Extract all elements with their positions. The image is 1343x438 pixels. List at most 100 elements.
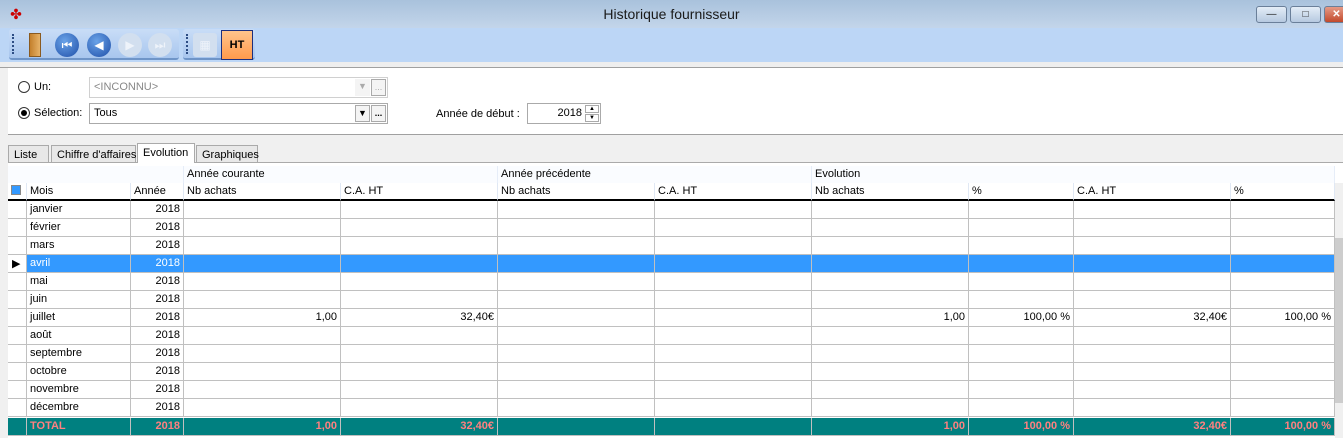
- exit-door-icon[interactable]: [29, 33, 41, 57]
- cell-ca-ht-precedente[interactable]: [655, 381, 812, 399]
- cell-pct-ca-evolution[interactable]: [1231, 345, 1335, 363]
- cell-ca-ht-evolution[interactable]: [1074, 291, 1231, 309]
- cell-annee[interactable]: 2018: [131, 219, 184, 237]
- first-record-button[interactable]: ⏮: [55, 33, 79, 57]
- ht-toggle-button[interactable]: HT: [221, 30, 253, 60]
- previous-record-button[interactable]: ◀: [87, 33, 111, 57]
- maximize-button[interactable]: □: [1290, 6, 1321, 23]
- tab-evolution[interactable]: Evolution: [137, 143, 195, 163]
- vertical-scrollbar[interactable]: [1335, 183, 1343, 438]
- cell-nb-achats-courante[interactable]: [184, 345, 341, 363]
- tab-liste[interactable]: Liste: [8, 145, 49, 163]
- spin-up-button[interactable]: ▲: [585, 105, 599, 113]
- cell-nb-achats-courante[interactable]: [184, 273, 341, 291]
- cell-mois[interactable]: avril: [27, 255, 131, 273]
- cell-mois[interactable]: janvier: [27, 201, 131, 219]
- cell-pct-nb-evolution[interactable]: [969, 219, 1074, 237]
- cell-ca-ht-precedente[interactable]: [655, 345, 812, 363]
- cell-pct-nb-evolution[interactable]: 100,00 %: [969, 309, 1074, 327]
- table-row[interactable]: février 2018: [8, 219, 1335, 237]
- cell-nb-achats-evolution[interactable]: [812, 219, 969, 237]
- cell-nb-achats-courante[interactable]: [184, 201, 341, 219]
- cell-ca-ht-evolution[interactable]: [1074, 273, 1231, 291]
- cell-mois[interactable]: octobre: [27, 363, 131, 381]
- cell-ca-ht-courante[interactable]: [341, 381, 498, 399]
- total-ca-ht-courante[interactable]: 32,40€: [341, 418, 498, 436]
- group-header-empty[interactable]: [8, 166, 184, 184]
- cell-ca-ht-evolution[interactable]: [1074, 381, 1231, 399]
- selection-combo[interactable]: Tous ▼ ...: [89, 103, 388, 124]
- cell-ca-ht-evolution[interactable]: 32,40€: [1074, 309, 1231, 327]
- cell-nb-achats-courante[interactable]: [184, 399, 341, 417]
- cell-pct-nb-evolution[interactable]: [969, 237, 1074, 255]
- cell-pct-nb-evolution[interactable]: [969, 399, 1074, 417]
- cell-ca-ht-precedente[interactable]: [655, 273, 812, 291]
- cell-ca-ht-precedente[interactable]: [655, 363, 812, 381]
- table-row[interactable]: décembre 2018: [8, 399, 1335, 417]
- total-ca-ht-precedente[interactable]: [655, 418, 812, 436]
- un-browse-button[interactable]: ...: [371, 79, 386, 96]
- cell-nb-achats-precedente[interactable]: [498, 345, 655, 363]
- table-row[interactable]: juin 2018: [8, 291, 1335, 309]
- cell-annee[interactable]: 2018: [131, 363, 184, 381]
- row-indicator[interactable]: [8, 418, 27, 436]
- row-indicator[interactable]: [8, 291, 27, 309]
- cell-ca-ht-precedente[interactable]: [655, 327, 812, 345]
- cell-pct-ca-evolution[interactable]: [1231, 363, 1335, 381]
- calculator-icon[interactable]: ▦: [193, 33, 217, 57]
- cell-ca-ht-evolution[interactable]: [1074, 363, 1231, 381]
- cell-ca-ht-precedente[interactable]: [655, 309, 812, 327]
- cell-nb-achats-precedente[interactable]: [498, 327, 655, 345]
- cell-nb-achats-precedente[interactable]: [498, 219, 655, 237]
- cell-nb-achats-precedente[interactable]: [498, 273, 655, 291]
- cell-mois[interactable]: décembre: [27, 399, 131, 417]
- cell-nb-achats-courante[interactable]: [184, 363, 341, 381]
- cell-mois[interactable]: septembre: [27, 345, 131, 363]
- table-row[interactable]: mars 2018: [8, 237, 1335, 255]
- cell-nb-achats-courante[interactable]: [184, 327, 341, 345]
- cell-pct-nb-evolution[interactable]: [969, 273, 1074, 291]
- cell-ca-ht-courante[interactable]: [341, 327, 498, 345]
- row-indicator[interactable]: [8, 219, 27, 237]
- annee-debut-spinner[interactable]: 2018 ▲ ▼: [527, 103, 601, 124]
- row-indicator[interactable]: ▶: [8, 255, 27, 273]
- evolution-grid[interactable]: Année courante Année précédente Evolution M…: [8, 162, 1343, 438]
- cell-annee[interactable]: 2018: [131, 291, 184, 309]
- cell-annee[interactable]: 2018: [131, 255, 184, 273]
- header-mois[interactable]: Mois: [27, 183, 131, 201]
- cell-nb-achats-precedente[interactable]: [498, 381, 655, 399]
- total-mois[interactable]: TOTAL: [27, 418, 131, 436]
- cell-ca-ht-precedente[interactable]: [655, 237, 812, 255]
- table-row[interactable]: janvier 2018: [8, 201, 1335, 219]
- header-nb-achats-evolution[interactable]: Nb achats: [812, 183, 969, 201]
- scrollbar-thumb[interactable]: [1335, 238, 1343, 403]
- close-button[interactable]: ✕: [1324, 6, 1343, 23]
- cell-nb-achats-evolution[interactable]: [812, 363, 969, 381]
- cell-nb-achats-evolution[interactable]: [812, 201, 969, 219]
- cell-ca-ht-courante[interactable]: [341, 291, 498, 309]
- table-row[interactable]: ▶ avril 2018: [8, 255, 1335, 273]
- cell-nb-achats-evolution[interactable]: [812, 327, 969, 345]
- cell-nb-achats-courante[interactable]: [184, 291, 341, 309]
- cell-pct-ca-evolution[interactable]: [1231, 237, 1335, 255]
- cell-pct-ca-evolution[interactable]: [1231, 201, 1335, 219]
- cell-nb-achats-precedente[interactable]: [498, 363, 655, 381]
- cell-ca-ht-courante[interactable]: [341, 255, 498, 273]
- cell-annee[interactable]: 2018: [131, 309, 184, 327]
- header-nb-achats-precedente[interactable]: Nb achats: [498, 183, 655, 201]
- cell-ca-ht-precedente[interactable]: [655, 219, 812, 237]
- next-record-button[interactable]: ▶: [118, 33, 142, 57]
- cell-annee[interactable]: 2018: [131, 273, 184, 291]
- cell-pct-ca-evolution[interactable]: [1231, 291, 1335, 309]
- cell-mois[interactable]: juin: [27, 291, 131, 309]
- selection-radio[interactable]: [18, 107, 30, 119]
- cell-pct-ca-evolution[interactable]: [1231, 381, 1335, 399]
- minimize-button[interactable]: —: [1256, 6, 1287, 23]
- cell-nb-achats-courante[interactable]: [184, 255, 341, 273]
- cell-pct-nb-evolution[interactable]: [969, 345, 1074, 363]
- cell-nb-achats-courante[interactable]: [184, 237, 341, 255]
- cell-nb-achats-evolution[interactable]: [812, 273, 969, 291]
- cell-annee[interactable]: 2018: [131, 237, 184, 255]
- cell-nb-achats-evolution[interactable]: [812, 345, 969, 363]
- cell-pct-nb-evolution[interactable]: [969, 255, 1074, 273]
